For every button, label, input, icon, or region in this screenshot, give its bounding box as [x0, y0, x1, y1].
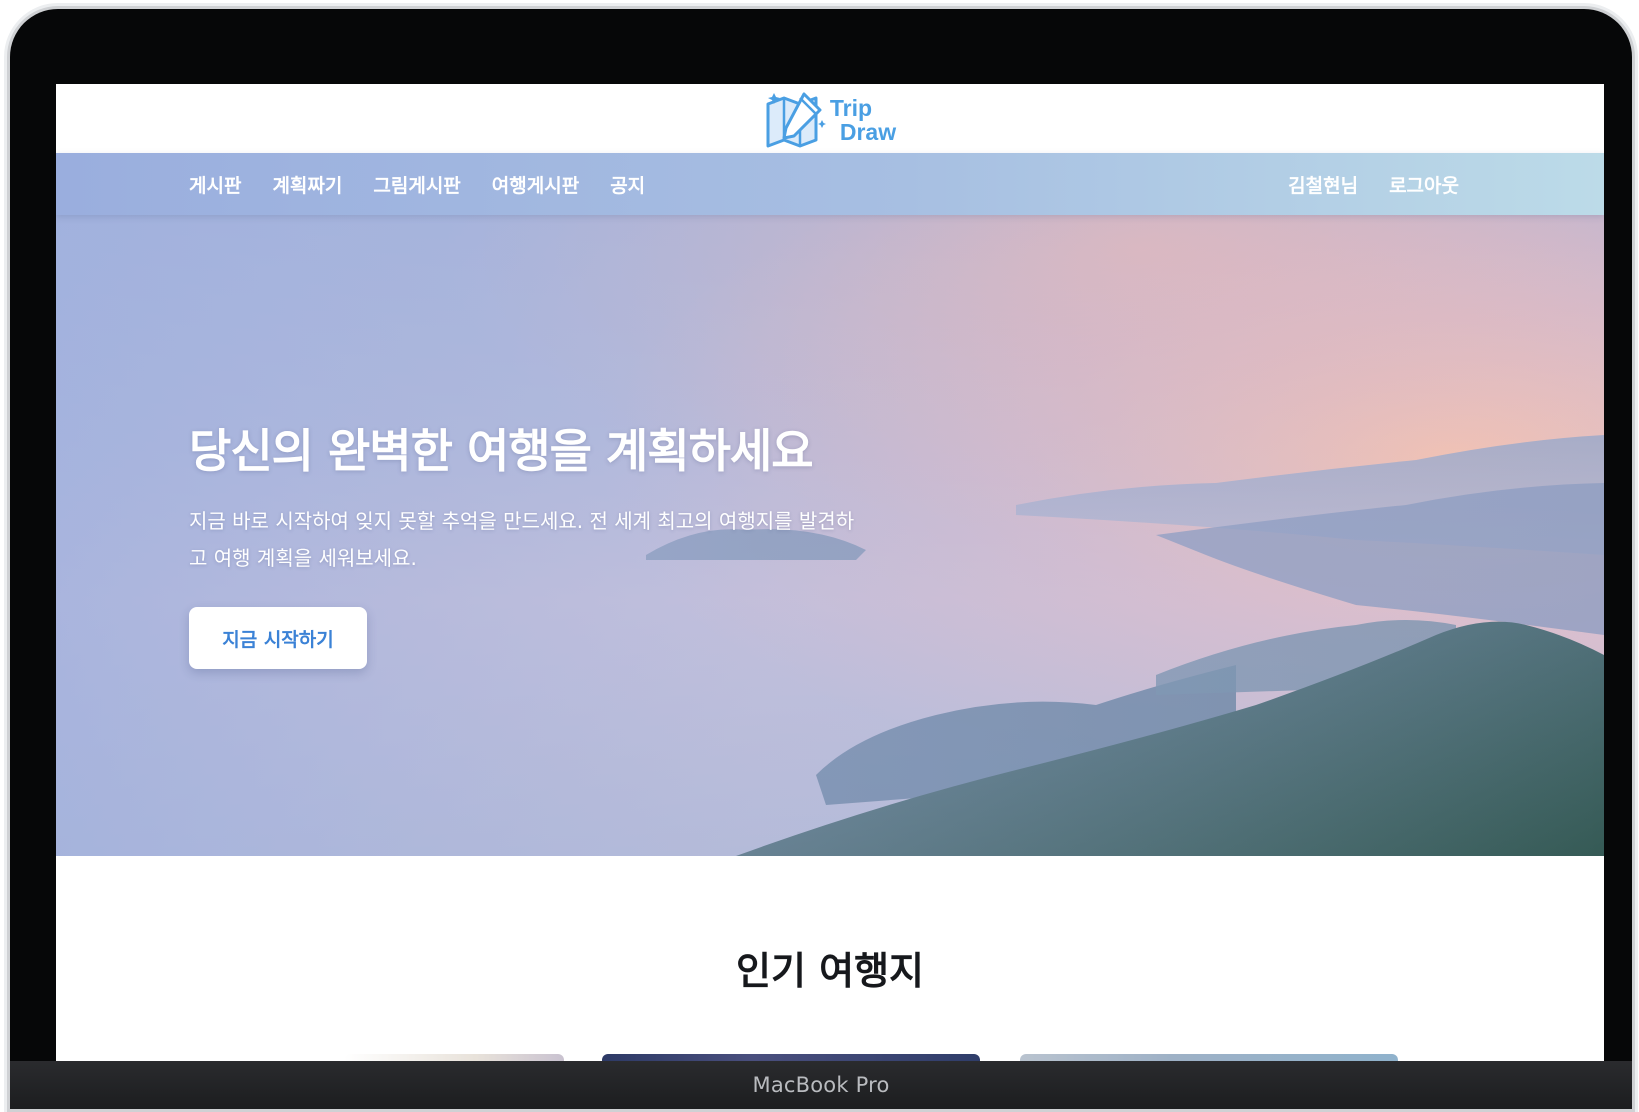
- laptop-frame: Trip Draw 게시판 계획짜기 그림게시판 여행게시판 공지 김철현님 로…: [10, 9, 1632, 1109]
- nav-item-travel-board[interactable]: 여행게시판: [492, 171, 579, 198]
- nav-menu: 게시판 계획짜기 그림게시판 여행게시판 공지: [189, 171, 645, 198]
- destination-cards: [56, 1054, 1604, 1061]
- device-label: MacBook Pro: [752, 1073, 890, 1097]
- logo-wordmark: Trip Draw: [830, 96, 896, 144]
- hero-content: 당신의 완벽한 여행을 계획하세요 지금 바로 시작하여 잊지 못할 추억을 만…: [189, 415, 869, 669]
- tripdraw-logo[interactable]: Trip Draw: [764, 90, 896, 148]
- hero-section: 당신의 완벽한 여행을 계획하세요 지금 바로 시작하여 잊지 못할 추억을 만…: [56, 215, 1604, 856]
- hero-subtitle: 지금 바로 시작하여 잊지 못할 추억을 만드세요. 전 세계 최고의 여행지를…: [189, 509, 855, 570]
- main-nav: 게시판 계획짜기 그림게시판 여행게시판 공지 김철현님 로그아웃: [56, 153, 1604, 215]
- get-started-button[interactable]: 지금 시작하기: [189, 607, 367, 669]
- logo-text-draw: Draw: [839, 118, 897, 145]
- logo-text-trip: Trip: [829, 94, 873, 121]
- logo-bar: Trip Draw: [56, 84, 1604, 153]
- nav-item-notice[interactable]: 공지: [610, 171, 645, 198]
- map-pencil-icon: [766, 92, 826, 147]
- destination-card[interactable]: [344, 1054, 564, 1061]
- nav-item-plan[interactable]: 계획짜기: [272, 171, 342, 198]
- nav-item-drawing-board[interactable]: 그림게시판: [373, 171, 460, 198]
- logout-link[interactable]: 로그아웃: [1389, 171, 1459, 198]
- browser-viewport: Trip Draw 게시판 계획짜기 그림게시판 여행게시판 공지 김철현님 로…: [56, 84, 1604, 1061]
- destination-card[interactable]: [602, 1054, 980, 1061]
- laptop-chin: MacBook Pro: [10, 1061, 1632, 1109]
- destination-card[interactable]: [1020, 1054, 1398, 1061]
- popular-destinations-title: 인기 여행지: [735, 949, 925, 993]
- nav-item-board[interactable]: 게시판: [189, 171, 241, 198]
- user-menu: 김철현님 로그아웃: [1288, 171, 1459, 198]
- user-name-link[interactable]: 김철현님: [1288, 171, 1358, 198]
- hero-title: 당신의 완벽한 여행을 계획하세요: [189, 424, 814, 478]
